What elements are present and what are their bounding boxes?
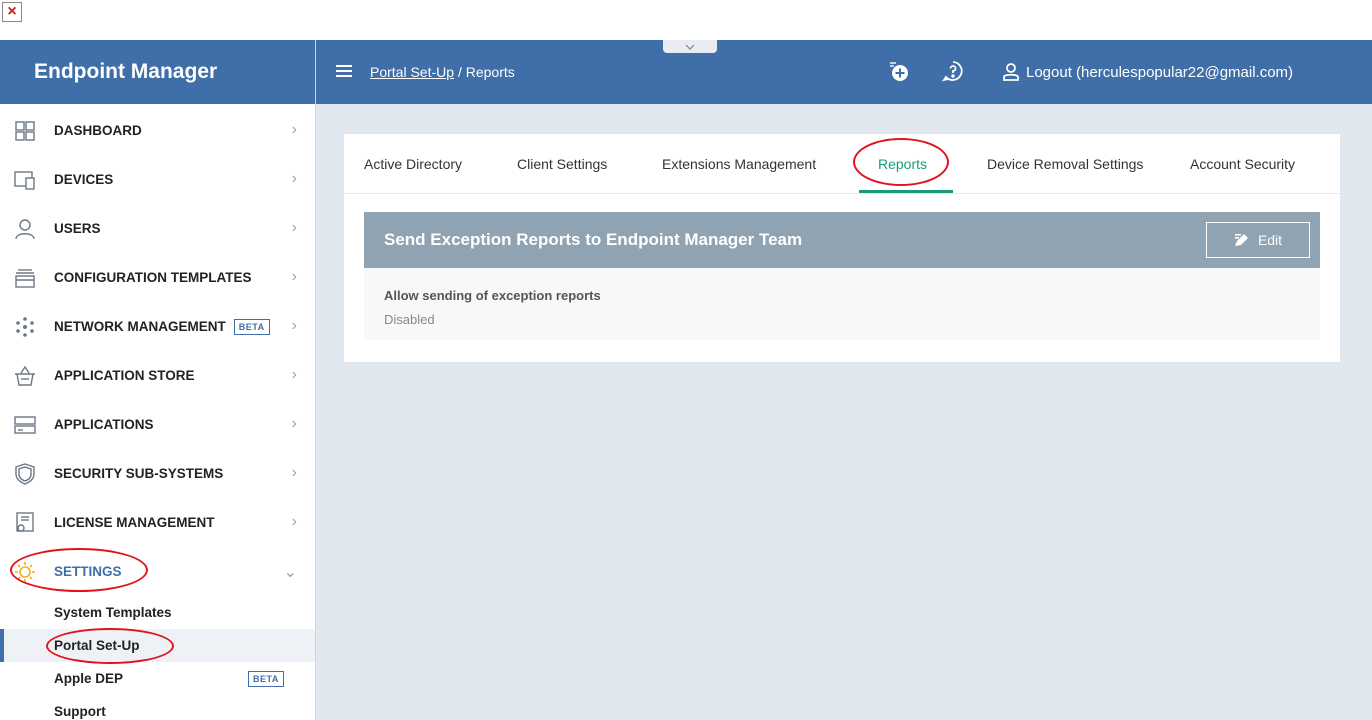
chevron-right-icon: ›: [291, 464, 297, 481]
sidebar-item-license-management[interactable]: LICENSE MANAGEMENT ›: [0, 498, 315, 547]
tab-account-security[interactable]: Account Security: [1190, 156, 1295, 172]
chevron-right-icon: ›: [291, 366, 297, 383]
sidebar-item-label: DASHBOARD: [54, 123, 142, 138]
top-bar: Portal Set-Up / Reports Logout (hercules…: [316, 40, 1372, 104]
sidebar-subitem-label: Support: [54, 704, 106, 719]
breadcrumb-separator: /: [457, 64, 462, 80]
sidebar-subitem-apple-dep[interactable]: Apple DEP BETA: [0, 662, 315, 695]
brand-title: Endpoint Manager: [0, 40, 315, 104]
collapse-header-toggle[interactable]: [663, 40, 717, 53]
sidebar-item-application-store[interactable]: APPLICATION STORE ›: [0, 351, 315, 400]
tab-client-settings[interactable]: Client Settings: [517, 156, 607, 172]
tab-device-removal-settings[interactable]: Device Removal Settings: [987, 156, 1143, 172]
settings-tabs: Active Directory Client Settings Extensi…: [344, 134, 1340, 194]
chevron-right-icon: ›: [291, 317, 297, 334]
sidebar-subitem-label: System Templates: [54, 605, 172, 620]
sidebar: Endpoint Manager DASHBOARD › DEVICES › U…: [0, 40, 316, 720]
logout-label: Logout (herculespopular22@gmail.com): [1026, 63, 1294, 81]
sidebar-subitem-support[interactable]: Support: [0, 695, 315, 720]
sidebar-item-applications[interactable]: APPLICATIONS ›: [0, 400, 315, 449]
devices-icon: [14, 171, 35, 190]
tab-extensions-management[interactable]: Extensions Management: [662, 156, 816, 172]
sidebar-subitem-system-templates[interactable]: System Templates: [0, 596, 315, 629]
sidebar-item-settings[interactable]: SETTINGS ⌄: [0, 547, 315, 596]
logout-button[interactable]: Logout (herculespopular22@gmail.com): [1002, 62, 1293, 82]
users-icon: [15, 219, 35, 240]
hamburger-menu-icon[interactable]: [336, 62, 352, 80]
edit-button[interactable]: Edit: [1206, 222, 1310, 258]
sidebar-item-security-sub-systems[interactable]: SECURITY SUB-SYSTEMS ›: [0, 449, 315, 498]
settings-card: Active Directory Client Settings Extensi…: [344, 134, 1340, 362]
chevron-right-icon: ›: [291, 415, 297, 432]
sidebar-item-network-management[interactable]: NETWORK MANAGEMENT BETA ›: [0, 302, 315, 351]
add-notification-icon[interactable]: [888, 60, 910, 82]
sidebar-item-label: APPLICATION STORE: [54, 368, 195, 383]
sidebar-item-devices[interactable]: DEVICES ›: [0, 155, 315, 204]
beta-badge: BETA: [248, 670, 284, 687]
breadcrumb-current: Reports: [465, 64, 515, 80]
sidebar-item-label: SETTINGS: [54, 564, 122, 579]
sidebar-item-dashboard[interactable]: DASHBOARD ›: [0, 106, 315, 155]
breadcrumb: Portal Set-Up / Reports: [370, 64, 515, 80]
breadcrumb-link-portal-setup[interactable]: Portal Set-Up: [370, 64, 454, 80]
sidebar-subitem-portal-setup[interactable]: Portal Set-Up: [0, 629, 315, 662]
close-icon: ×: [7, 3, 17, 20]
chevron-down-icon: [685, 44, 695, 50]
chevron-down-icon: ⌄: [283, 564, 297, 581]
panel-title: Send Exception Reports to Endpoint Manag…: [384, 230, 803, 249]
settings-icon: [15, 562, 35, 582]
beta-badge: BETA: [233, 318, 270, 335]
close-window-button[interactable]: ×: [2, 2, 22, 22]
exception-reports-label: Allow sending of exception reports: [384, 288, 601, 303]
sidebar-nav: DASHBOARD › DEVICES › USERS › CONFIGURAT…: [0, 104, 315, 720]
tab-active-directory[interactable]: Active Directory: [364, 156, 462, 172]
chevron-right-icon: ›: [291, 121, 297, 138]
sidebar-item-label: USERS: [54, 221, 101, 236]
sidebar-item-configuration-templates[interactable]: CONFIGURATION TEMPLATES ›: [0, 253, 315, 302]
pencil-icon: [1234, 234, 1248, 246]
chevron-right-icon: ›: [291, 268, 297, 285]
panel-body: Allow sending of exception reports Disab…: [364, 268, 1320, 340]
chevron-right-icon: ›: [291, 170, 297, 187]
sidebar-item-label: DEVICES: [54, 172, 114, 187]
sidebar-item-label: APPLICATIONS: [54, 417, 154, 432]
main-content: Active Directory Client Settings Extensi…: [316, 104, 1372, 720]
tab-reports[interactable]: Reports: [878, 156, 927, 172]
sidebar-item-label: SECURITY SUB-SYSTEMS: [54, 466, 224, 481]
chevron-right-icon: ›: [291, 513, 297, 530]
help-icon[interactable]: [942, 60, 964, 82]
network-icon: [16, 317, 34, 337]
sidebar-item-label: LICENSE MANAGEMENT: [54, 515, 215, 530]
dashboard-icon: [15, 121, 35, 141]
configuration-templates-icon: [15, 269, 35, 288]
user-icon: [1003, 63, 1019, 81]
sidebar-item-label: CONFIGURATION TEMPLATES: [54, 270, 252, 285]
panel-header: Send Exception Reports to Endpoint Manag…: [364, 212, 1320, 268]
active-tab-indicator: [859, 190, 953, 193]
sidebar-subitem-label: Apple DEP: [54, 671, 124, 686]
sidebar-item-users[interactable]: USERS ›: [0, 204, 315, 253]
applications-icon: [14, 416, 36, 434]
edit-button-label: Edit: [1257, 232, 1283, 248]
license-icon: [16, 512, 34, 532]
sidebar-item-label: NETWORK MANAGEMENT: [54, 319, 226, 334]
exception-reports-value: Disabled: [384, 312, 435, 327]
store-icon: [15, 365, 35, 386]
shield-icon: [15, 463, 35, 485]
sidebar-subitem-label: Portal Set-Up: [54, 638, 140, 653]
chevron-right-icon: ›: [291, 219, 297, 236]
